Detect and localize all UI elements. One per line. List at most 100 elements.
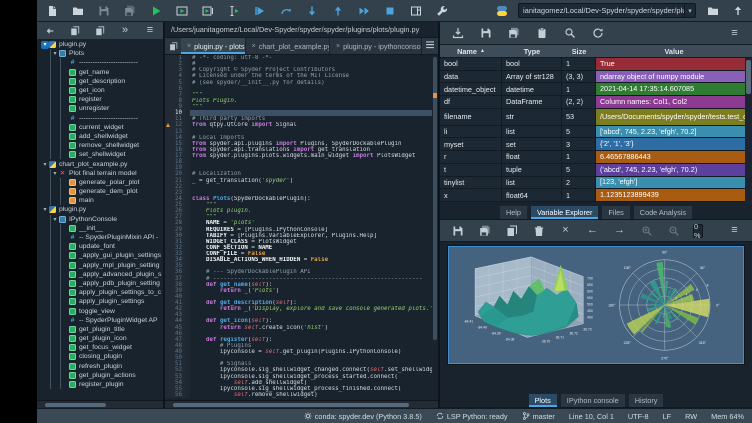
tree-item[interactable]: closing_plugin (37, 352, 163, 361)
column-header-name[interactable]: Name▲ (440, 45, 502, 57)
tree-item[interactable]: ▾plugin.py (37, 40, 163, 49)
remove-all-plots-icon[interactable]: × (558, 223, 573, 238)
zoom-in-icon[interactable] (639, 223, 654, 238)
table-row[interactable]: ttuple5('abcd', 745, 2.23, 'efgh', 70.2) (440, 164, 752, 177)
status-item[interactable]: LSP Python: ready (436, 412, 508, 421)
editor-tab[interactable]: ×chart_plot_example.py (246, 38, 330, 54)
cell-value[interactable]: /Users/Documents/spyder/spyder/tests.tes… (596, 109, 752, 125)
tree-item[interactable]: ▾✕Plot final terrain model (37, 169, 163, 178)
tree-item[interactable]: ▾chart_plot_example.py (37, 159, 163, 168)
table-row[interactable]: tinylistlist2[123, 'efgh'] (440, 177, 752, 190)
debug-continue-icon[interactable] (355, 2, 372, 19)
go-to-cursor-icon[interactable] (43, 24, 57, 38)
tree-item[interactable]: ▾IPythonConsole (37, 215, 163, 224)
step-into-icon[interactable] (303, 2, 320, 19)
tree-item[interactable]: get_plugin_actions (37, 371, 163, 380)
tree-item[interactable]: _apply_pdb_plugin_setting (37, 279, 163, 288)
tree-item[interactable]: generate_dem_plot (37, 187, 163, 196)
tree-item[interactable]: remove_shellwidget (37, 141, 163, 150)
table-row[interactable]: datetime_objectdatetime12021-04-14 17:35… (440, 83, 752, 96)
table-row[interactable]: xfloat6411.1235123899439 (440, 189, 752, 202)
duplicate-icon[interactable] (93, 24, 107, 38)
tree-item[interactable]: refresh_plugin (37, 362, 163, 371)
tab-variable-explorer[interactable]: Variable Explorer (530, 205, 599, 219)
tree-item[interactable]: toggle_view (37, 306, 163, 315)
table-row[interactable]: rfloat16.46567886443 (440, 151, 752, 164)
chevron-down-icon[interactable]: ▾ (684, 4, 695, 17)
run-cell-advance-icon[interactable] (199, 2, 216, 19)
next-plot-icon[interactable]: → (612, 223, 627, 238)
table-row[interactable]: dfDataFrame(2, 2)Column names: Col1, Col… (440, 96, 752, 109)
close-tab-icon[interactable]: × (187, 43, 191, 50)
status-item[interactable]: LF (663, 412, 672, 421)
chevrons-icon[interactable]: » (118, 24, 132, 38)
status-item[interactable]: conda: spyder.dev (Python 3.8.5) (304, 412, 422, 421)
tree-item[interactable]: #-- SpyderPluginMixin API - (37, 233, 163, 242)
previous-plot-icon[interactable]: ← (585, 223, 600, 238)
column-header-type[interactable]: Type (502, 45, 562, 57)
copy-plot-icon[interactable] (504, 223, 519, 238)
run-cell-icon[interactable] (173, 2, 190, 19)
cell-value[interactable]: Column names: Col1, Col2 (596, 96, 752, 108)
table-row[interactable]: mysetset3{'2', '1', '3'} (440, 138, 752, 151)
table-row[interactable]: dataArray of str128(3, 3)ndarray object … (440, 71, 752, 84)
expand-chevron-icon[interactable]: ▾ (41, 206, 49, 213)
status-item[interactable]: RW (685, 412, 697, 421)
column-header-value[interactable]: Value (596, 45, 752, 57)
tree-item[interactable]: get_description (37, 77, 163, 86)
tree-item[interactable]: current_widget (37, 123, 163, 132)
matplotlib-figure[interactable]: 700650600550500450400-84.41-84.40-84.39-… (448, 246, 744, 364)
tree-item[interactable]: #-------------------------- (37, 114, 163, 123)
cell-value[interactable]: True (596, 58, 752, 70)
tree-item[interactable]: main (37, 196, 163, 205)
tree-item[interactable]: unregister (37, 104, 163, 113)
paste-data-icon[interactable] (534, 26, 549, 41)
table-row[interactable]: boolbool1True (440, 58, 752, 71)
editor-vscrollbar[interactable] (432, 55, 438, 400)
expand-chevron-icon[interactable]: ▾ (41, 161, 49, 168)
editor-hscrollbar[interactable] (165, 400, 438, 408)
working-directory-combobox[interactable]: ianitagomez/Local/Dev-Spyder/spyder/spyd… (518, 3, 696, 18)
run-file-icon[interactable] (147, 2, 164, 19)
tree-item[interactable]: get_name (37, 68, 163, 77)
code-line[interactable]: 56 self.remove_shellwidget) (165, 392, 438, 398)
tree-item[interactable]: #-- SpyderPluginWidget AP (37, 316, 163, 325)
expand-chevron-icon[interactable]: ▾ (51, 50, 59, 57)
plots-options-icon[interactable]: ≡ (727, 223, 742, 238)
new-file-icon[interactable] (43, 2, 60, 19)
tree-item[interactable]: ▾Plots (37, 49, 163, 58)
editor-options-icon[interactable]: ≡ (422, 38, 438, 54)
tree-item[interactable]: apply_plugin_settings (37, 297, 163, 306)
save-file-icon[interactable] (95, 2, 112, 19)
step-out-icon[interactable] (329, 2, 346, 19)
cell-value[interactable]: [123, 'efgh'] (596, 177, 752, 189)
tree-item[interactable]: _apply_advanced_plugin_s (37, 270, 163, 279)
tree-item[interactable]: apply_plugin_settings_to_c (37, 288, 163, 297)
save-plot-icon[interactable] (450, 223, 465, 238)
cell-value[interactable]: 6.46567886443 (596, 151, 752, 163)
tab-files[interactable]: Files (601, 205, 630, 219)
tab-ipython-console[interactable]: IPython console (560, 393, 626, 407)
column-header-size[interactable]: Size (562, 45, 596, 57)
tab-plots[interactable]: Plots (528, 393, 558, 407)
preferences-icon[interactable] (433, 2, 450, 19)
step-over-icon[interactable] (277, 2, 294, 19)
save-data-as-icon[interactable] (506, 26, 521, 41)
tree-item[interactable]: __init__ (37, 224, 163, 233)
remove-plot-icon[interactable] (531, 223, 546, 238)
save-all-icon[interactable] (121, 2, 138, 19)
code-editor[interactable]: 1# -*- coding: utf-8 -*-2#3# Copyright ©… (165, 55, 438, 400)
close-tab-icon[interactable]: × (336, 43, 340, 50)
cell-value[interactable]: 2021-04-14 17:35:14.607085 (596, 83, 752, 95)
outline-hscrollbar[interactable] (37, 400, 163, 408)
cell-value[interactable]: ('abcd', 745, 2.23, 'efgh', 70.2) (596, 164, 752, 176)
tree-item[interactable]: get_plugin_icon (37, 334, 163, 343)
tree-item[interactable]: register (37, 95, 163, 104)
status-item[interactable]: UTF-8 (628, 412, 649, 421)
open-file-icon[interactable] (69, 2, 86, 19)
tree-item[interactable]: set_shellwidget (37, 150, 163, 159)
maximize-pane-icon[interactable] (407, 2, 424, 19)
tree-item[interactable]: get_plugin_title (37, 325, 163, 334)
status-item[interactable]: Line 10, Col 1 (569, 412, 614, 421)
cell-value[interactable]: 1.1235123899439 (596, 189, 752, 201)
